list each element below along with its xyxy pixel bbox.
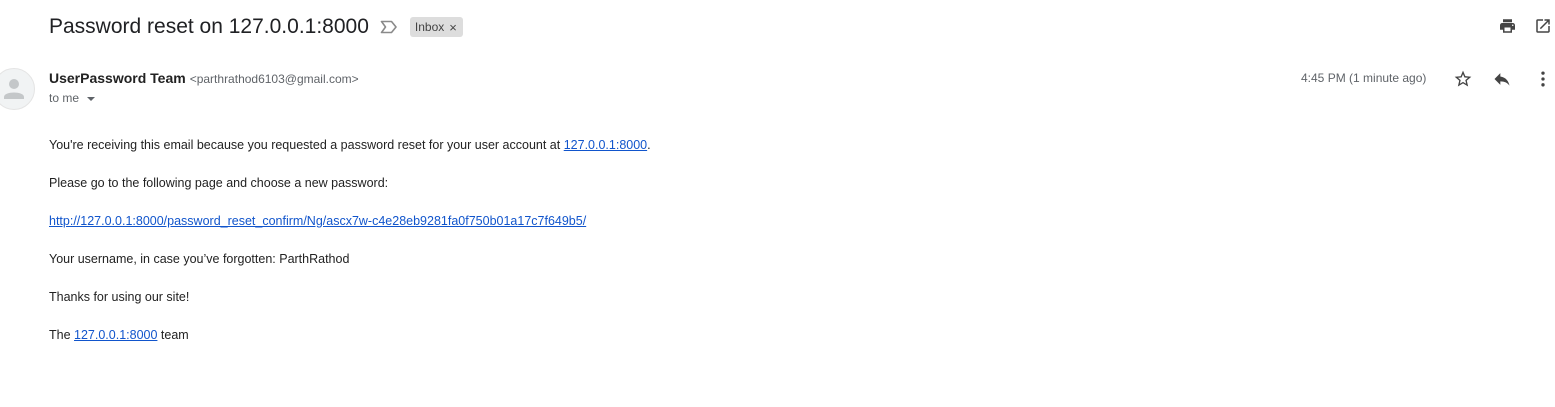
body-paragraph-thanks: Thanks for using our site! (49, 290, 190, 304)
reply-icon[interactable] (1491, 68, 1513, 90)
body-paragraph-reset-link: http://127.0.0.1:8000/password_reset_con… (49, 213, 651, 229)
chevron-down-icon[interactable] (87, 96, 96, 101)
body-paragraph-username: Your username, in case you’ve forgotten:… (49, 252, 350, 266)
star-icon[interactable] (1452, 68, 1474, 90)
remove-label-close-icon[interactable]: × (449, 21, 457, 34)
message-timestamp: 4:45 PM (1 minute ago) (1301, 71, 1427, 85)
intro-suffix: . (647, 138, 651, 152)
inbox-label-text: Inbox (414, 20, 445, 34)
recipient-text: to me (49, 91, 80, 105)
person-avatar-icon (4, 79, 24, 99)
password-reset-link[interactable]: http://127.0.0.1:8000/password_reset_con… (49, 214, 586, 228)
site-link[interactable]: 127.0.0.1:8000 (564, 138, 647, 152)
sender-line: UserPassword Team <parthrathod6103@gmail… (49, 70, 359, 86)
open-in-new-window-icon[interactable] (1533, 16, 1553, 36)
subject-row: Password reset on 127.0.0.1:8000 Inbox × (49, 12, 463, 42)
sender-name[interactable]: UserPassword Team (49, 70, 186, 86)
signature-site-link[interactable]: 127.0.0.1:8000 (74, 328, 157, 342)
signature-prefix: The (49, 328, 75, 342)
body-paragraph-intro: You're receiving this email because you … (49, 137, 651, 153)
body-paragraph-instruction: Please go to the following page and choo… (49, 176, 389, 190)
sender-avatar[interactable] (0, 68, 35, 110)
signature-suffix: team (157, 328, 189, 342)
sender-email: <parthrathod6103@gmail.com> (189, 72, 359, 86)
email-subject: Password reset on 127.0.0.1:8000 (49, 15, 369, 38)
email-body: You're receiving this email because you … (49, 137, 651, 365)
inbox-label-chip[interactable]: Inbox × (409, 17, 463, 37)
intro-text: You're receiving this email because you … (49, 138, 564, 152)
importance-marker-icon[interactable] (380, 20, 398, 34)
more-vertical-icon[interactable] (1532, 68, 1554, 90)
body-paragraph-signature: The 127.0.0.1:8000 team (49, 327, 651, 343)
recipient-details-toggle[interactable]: to me (49, 91, 96, 105)
print-icon[interactable] (1497, 16, 1517, 36)
